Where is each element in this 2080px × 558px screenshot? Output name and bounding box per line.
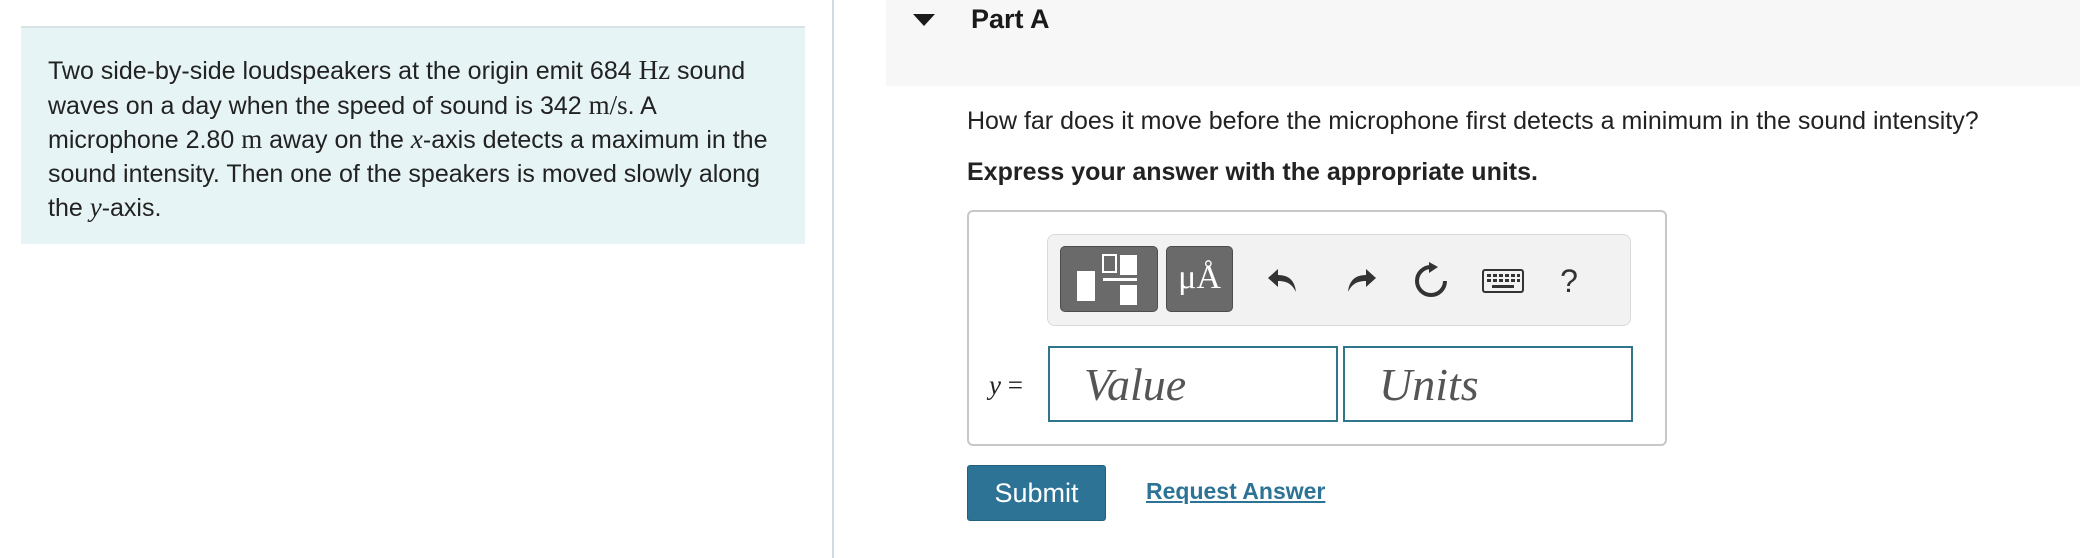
templates-button[interactable] [1060,246,1158,312]
units-input[interactable] [1343,346,1633,422]
redo-button[interactable] [1336,257,1386,305]
answer-variable: y [989,370,1001,400]
problem-panel: Two side-by-side loudspeakers at the ori… [21,26,805,244]
undo-icon [1268,269,1296,292]
units-icon: μÅ [1178,259,1221,296]
problem-text-part: Two side-by-side loudspeakers at the ori… [48,57,639,85]
unit-meters: m [241,124,263,154]
help-icon: ? [1560,262,1578,299]
answer-variable-label: y = [989,370,1023,401]
templates-icon [1077,254,1137,305]
help-button[interactable]: ? [1544,257,1594,305]
problem-text-part: away on the [262,126,411,154]
answer-box: μÅ ? y = Value Units [967,210,1667,446]
panel-divider [832,0,834,558]
equals-sign: = [1007,370,1023,400]
collapse-triangle-icon[interactable] [913,14,935,26]
reset-button[interactable] [1406,257,1456,305]
request-answer-link[interactable]: Request Answer [1146,478,1325,505]
instruction-text: Express your answer with the appropriate… [967,158,1538,186]
keyboard-icon [1482,269,1524,293]
part-a-header[interactable]: Part A [886,0,2080,86]
question-text: How far does it move before the micropho… [967,107,1979,135]
problem-text-part: -axis. [101,194,162,222]
submit-button[interactable]: Submit [967,465,1106,521]
unit-hertz: Hz [638,55,671,85]
keyboard-button[interactable] [1478,257,1528,305]
math-toolbar: μÅ ? [1047,234,1631,326]
variable-y: y [89,192,102,222]
variable-x: x [410,124,423,154]
undo-button[interactable] [1258,257,1308,305]
redo-icon [1348,269,1376,292]
part-title: Part A [971,4,1050,34]
unit-meters-per-second: m/s [588,89,628,120]
value-input[interactable] [1048,346,1338,422]
reset-icon [1415,262,1447,297]
units-button[interactable]: μÅ [1166,246,1233,312]
problem-statement: Two side-by-side loudspeakers at the ori… [48,54,779,226]
